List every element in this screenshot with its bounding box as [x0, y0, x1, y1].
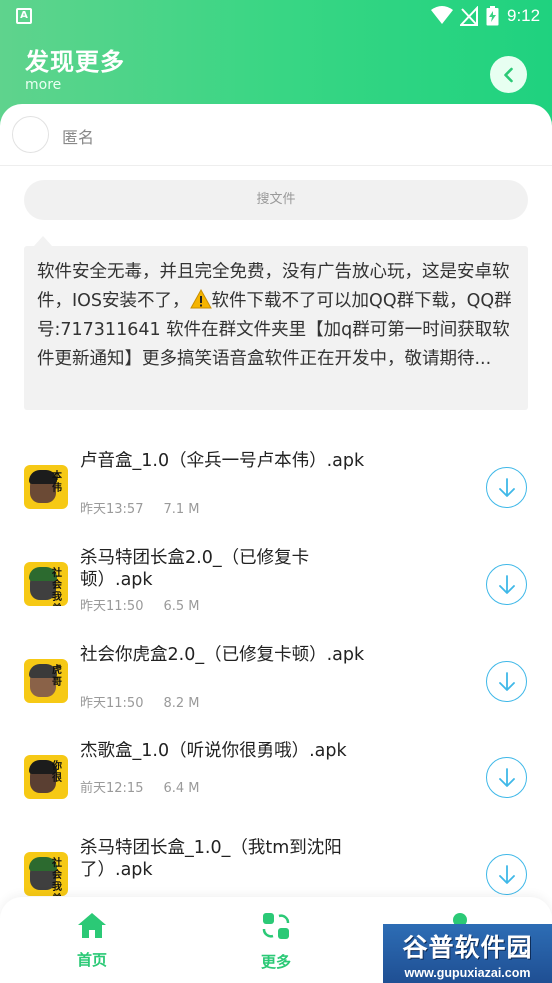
download-button[interactable]: [486, 467, 527, 508]
download-icon: [498, 477, 515, 497]
thumb-caption: 本伟: [52, 471, 62, 494]
back-button[interactable]: [490, 56, 527, 93]
more-icon: [262, 913, 290, 939]
file-title: 社会你虎盒2.0_（已修复卡顿）.apk: [80, 645, 365, 665]
download-icon: [498, 767, 515, 787]
file-size: 6.5 M: [163, 599, 200, 614]
app-indicator-icon: A: [16, 8, 32, 24]
file-title: 杰歌盒_1.0（听说你很勇哦）.apk: [80, 741, 347, 761]
list-item[interactable]: 本伟 卢音盒_1.0（伞兵一号卢本伟）.apk 昨天13:57 7.1 M: [0, 447, 552, 544]
watermark-url: www.gupuxiazai.com: [404, 966, 531, 980]
download-button[interactable]: [486, 661, 527, 702]
list-item[interactable]: 虎哥 社会你虎盒2.0_（已修复卡顿）.apk 昨天11:50 8.2 M: [0, 641, 552, 738]
user-row[interactable]: 匿名: [0, 104, 552, 166]
notice-pointer: [34, 236, 52, 246]
file-title: 卢音盒_1.0（伞兵一号卢本伟）.apk: [80, 451, 365, 471]
file-time: 昨天13:57: [80, 502, 144, 517]
status-time: 9:12: [507, 6, 541, 25]
file-meta: 昨天13:57 7.1 M: [80, 498, 200, 517]
site-watermark: 谷普软件园 www.gupuxiazai.com: [383, 924, 552, 983]
nav-more-label: 更多: [260, 953, 291, 971]
wifi-icon: [431, 6, 453, 24]
file-thumbnail: 社会我弟: [24, 852, 68, 896]
thumb-caption: 虎哥: [52, 665, 62, 688]
notice-text: 软件安全无毒，并且完全免费，没有广告放心玩，这是安卓软件，IOS安装不了， 软件下…: [24, 246, 528, 410]
file-time: 昨天11:50: [80, 696, 144, 711]
no-signal-icon: [460, 6, 478, 26]
file-title: 杀马特团长盒2.0_（已修复卡顿）.apk: [80, 548, 310, 590]
file-thumbnail: 本伟: [24, 465, 68, 509]
file-thumbnail: 你很: [24, 755, 68, 799]
list-item[interactable]: 社会我弟 杀马特团长盒2.0_（已修复卡顿）.apk 昨天11:50 6.5 M: [0, 544, 552, 641]
download-icon: [498, 574, 515, 594]
download-button[interactable]: [486, 757, 527, 798]
search-input[interactable]: 搜文件: [24, 180, 528, 220]
thumb-caption: 社会我弟: [52, 568, 62, 606]
home-icon: [78, 913, 106, 938]
file-meta: 昨天11:50 8.2 M: [80, 692, 200, 711]
file-time: 昨天11:50: [80, 599, 144, 614]
file-thumbnail: 社会我弟: [24, 562, 68, 606]
page-title: 发现更多: [25, 48, 125, 76]
file-size: 8.2 M: [163, 696, 200, 711]
download-icon: [498, 864, 515, 884]
download-icon: [498, 671, 515, 691]
file-size: 6.4 M: [163, 781, 200, 796]
battery-icon: [486, 6, 499, 26]
nav-home[interactable]: 首页: [52, 911, 132, 970]
download-button[interactable]: [486, 564, 527, 605]
avatar[interactable]: [12, 116, 49, 153]
user-name: 匿名: [62, 128, 95, 147]
file-time: 前天12:15: [80, 781, 144, 796]
page-subtitle: more: [25, 77, 62, 93]
download-button[interactable]: [486, 854, 527, 895]
warning-icon: [189, 289, 212, 309]
nav-more[interactable]: 更多: [236, 911, 316, 972]
file-meta: 昨天11:50 6.5 M: [80, 595, 200, 614]
watermark-title: 谷普软件园: [402, 933, 533, 962]
thumb-caption: 你很: [52, 761, 62, 784]
file-meta: 前天12:15 6.4 M: [80, 777, 200, 796]
nav-home-label: 首页: [76, 951, 107, 969]
thumb-caption: 社会我弟: [52, 858, 62, 896]
file-title: 杀马特团长盒_1.0_（我tm到沈阳了）.apk: [80, 838, 342, 880]
list-item[interactable]: 你很 杰歌盒_1.0（听说你很勇哦）.apk 前天12:15 6.4 M: [0, 737, 552, 834]
file-size: 7.1 M: [163, 502, 200, 517]
chevron-left-icon: [503, 67, 513, 82]
file-thumbnail: 虎哥: [24, 659, 68, 703]
status-bar: A 9:12: [0, 0, 552, 32]
